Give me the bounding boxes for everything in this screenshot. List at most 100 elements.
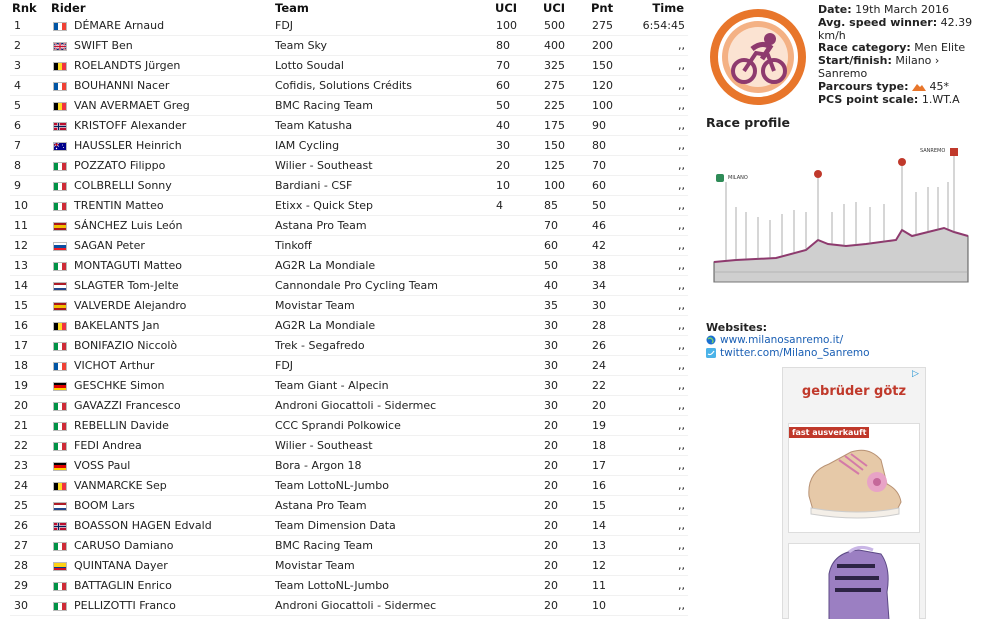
time-cell: ,, (678, 119, 685, 132)
ad-product-1[interactable]: fast ausverkauft (788, 423, 920, 533)
advertisement[interactable]: ▷ gebrüder götz fast ausverkauft (782, 367, 926, 619)
team-link[interactable]: Cannondale Pro Cycling Team (275, 276, 490, 296)
team-link[interactable]: Team LottoNL-Jumbo (275, 476, 490, 496)
rider-link[interactable]: CARUSO Damiano (74, 536, 274, 556)
header-team[interactable]: Team (275, 0, 490, 16)
header-time[interactable]: Time (630, 0, 684, 16)
table-row: 26 BOASSON HAGEN Edvald Team Dimension Dat… (10, 516, 688, 536)
team-link[interactable]: Team Dimension Data (275, 516, 490, 536)
team-link[interactable]: Movistar Team (275, 296, 490, 316)
header-uci-2[interactable]: UCI (543, 0, 583, 16)
team-link[interactable]: Wilier - Southeast (275, 156, 490, 176)
rider-link[interactable]: BOOM Lars (74, 496, 274, 516)
team-link[interactable]: Wilier - Southeast (275, 436, 490, 456)
team-link[interactable]: Lotto Soudal (275, 56, 490, 76)
rider-link[interactable]: VICHOT Arthur (74, 356, 274, 376)
flag-icon (53, 22, 67, 31)
rider-link[interactable]: PELLIZOTTI Franco (74, 596, 274, 616)
table-row: 27 CARUSO Damiano BMC Racing Team 20 13,, (10, 536, 688, 556)
ad-brand[interactable]: gebrüder götz (783, 384, 925, 399)
uci-cell-2: 325 (544, 59, 565, 72)
rider-link[interactable]: MONTAGUTI Matteo (74, 256, 274, 276)
rider-link[interactable]: VAN AVERMAET Greg (74, 96, 274, 116)
rider-link[interactable]: BOUHANNI Nacer (74, 76, 274, 96)
website-link-text[interactable]: www.milanosanremo.it/ (720, 334, 843, 346)
team-link[interactable]: FDJ (275, 16, 490, 36)
rider-link[interactable]: GAVAZZI Francesco (74, 396, 274, 416)
twitter-link-text[interactable]: twitter.com/Milano_Sanremo (720, 347, 870, 359)
header-rider[interactable]: Rider (51, 0, 251, 16)
rider-link[interactable]: SAGAN Peter (74, 236, 274, 256)
rank-cell: 15 (14, 299, 28, 312)
rider-link[interactable]: BATTAGLIN Enrico (74, 576, 274, 596)
rider-link[interactable]: VALVERDE Alejandro (74, 296, 274, 316)
twitter-link[interactable]: twitter.com/Milano_Sanremo (706, 347, 870, 359)
header-uci[interactable]: UCI (495, 0, 535, 16)
team-link[interactable]: IAM Cycling (275, 136, 490, 156)
rank-cell: 21 (14, 419, 28, 432)
team-link[interactable]: Astana Pro Team (275, 496, 490, 516)
uci-cell-2: 30 (544, 399, 558, 412)
team-link[interactable]: Etixx - Quick Step (275, 196, 490, 216)
time-cell: ,, (678, 479, 685, 492)
rider-link[interactable]: TRENTIN Matteo (74, 196, 274, 216)
header-rnk[interactable]: Rnk (12, 0, 42, 16)
team-link[interactable]: AG2R La Mondiale (275, 256, 490, 276)
race-profile-title: Race profile (706, 115, 791, 130)
rider-link[interactable]: HAUSSLER Heinrich (74, 136, 274, 156)
website-link[interactable]: www.milanosanremo.it/ (706, 334, 843, 346)
rider-link[interactable]: BONIFAZIO Niccolò (74, 336, 274, 356)
uci-cell: 50 (496, 99, 510, 112)
team-link[interactable]: Team Katusha (275, 116, 490, 136)
team-link[interactable]: BMC Racing Team (275, 536, 490, 556)
team-link[interactable]: Cofidis, Solutions Crédits (275, 76, 490, 96)
time-cell: 6:54:45 (642, 19, 685, 32)
rider-link[interactable]: DÉMARE Arnaud (74, 16, 274, 36)
header-pnt[interactable]: Pnt (591, 0, 631, 16)
table-row: 23 VOSS Paul Bora - Argon 18 20 17,, (10, 456, 688, 476)
rank-cell: 10 (14, 199, 28, 212)
rider-link[interactable]: KRISTOFF Alexander (74, 116, 274, 136)
rank-cell: 18 (14, 359, 28, 372)
rider-link[interactable]: SLAGTER Tom-Jelte (74, 276, 274, 296)
table-row: 9 COLBRELLI Sonny Bardiani - CSF 10 100 60,, (10, 176, 688, 196)
rider-link[interactable]: REBELLIN Davide (74, 416, 274, 436)
uci-cell-2: 175 (544, 119, 565, 132)
team-link[interactable]: Astana Pro Team (275, 216, 490, 236)
rider-link[interactable]: ROELANDTS Jürgen (74, 56, 274, 76)
race-profile-image[interactable]: MILANO SANREMO (706, 132, 976, 302)
uci-cell-2: 35 (544, 299, 558, 312)
rider-link[interactable]: COLBRELLI Sonny (74, 176, 274, 196)
team-link[interactable]: AG2R La Mondiale (275, 316, 490, 336)
rider-link[interactable]: VANMARCKE Sep (74, 476, 274, 496)
team-link[interactable]: Androni Giocattoli - Sidermec (275, 596, 490, 616)
rider-link[interactable]: POZZATO Filippo (74, 156, 274, 176)
team-link[interactable]: FDJ (275, 356, 490, 376)
rider-link[interactable]: SWIFT Ben (74, 36, 274, 56)
team-link[interactable]: Androni Giocattoli - Sidermec (275, 396, 490, 416)
points-cell: 12 (592, 559, 606, 572)
rider-link[interactable]: SÁNCHEZ Luis León (74, 216, 274, 236)
team-link[interactable]: Team Sky (275, 36, 490, 56)
rider-link[interactable]: VOSS Paul (74, 456, 274, 476)
rider-link[interactable]: BAKELANTS Jan (74, 316, 274, 336)
rider-link[interactable]: GESCHKE Simon (74, 376, 274, 396)
team-link[interactable]: Bardiani - CSF (275, 176, 490, 196)
team-link[interactable]: Team LottoNL-Jumbo (275, 576, 490, 596)
team-link[interactable]: CCC Sprandi Polkowice (275, 416, 490, 436)
rank-cell: 30 (14, 599, 28, 612)
ad-choices-icon[interactable]: ▷ (912, 369, 922, 379)
flag-icon (53, 562, 67, 571)
rider-link[interactable]: QUINTANA Dayer (74, 556, 274, 576)
team-link[interactable]: Trek - Segafredo (275, 336, 490, 356)
team-link[interactable]: Bora - Argon 18 (275, 456, 490, 476)
team-link[interactable]: BMC Racing Team (275, 96, 490, 116)
team-link[interactable]: Tinkoff (275, 236, 490, 256)
rider-link[interactable]: FEDI Andrea (74, 436, 274, 456)
team-link[interactable]: Movistar Team (275, 556, 490, 576)
points-cell: 19 (592, 419, 606, 432)
team-link[interactable]: Team Giant - Alpecin (275, 376, 490, 396)
rider-link[interactable]: BOASSON HAGEN Edvald (74, 516, 274, 536)
uci-cell: 80 (496, 39, 510, 52)
ad-product-2[interactable] (788, 543, 920, 619)
